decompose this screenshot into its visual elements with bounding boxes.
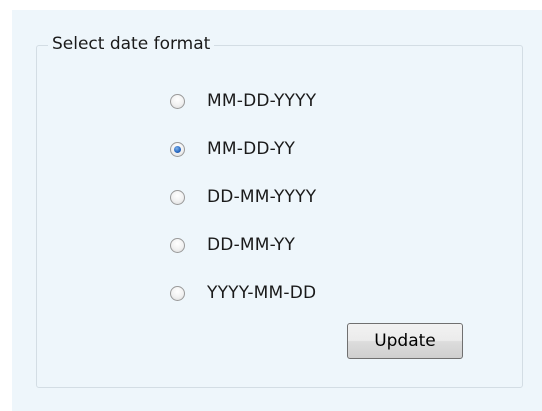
group-legend: Select date format (48, 32, 215, 56)
radio-label: YYYY-MM-DD (207, 283, 317, 303)
radio-option-yyyy-mm-dd[interactable]: YYYY-MM-DD (170, 269, 316, 317)
update-button[interactable]: Update (347, 323, 463, 359)
radio-option-mm-dd-yy[interactable]: MM-DD-YY (170, 125, 316, 173)
radio-label: MM-DD-YY (207, 139, 296, 159)
date-format-options: MM-DD-YYYY MM-DD-YY DD-MM-YYYY DD-MM-YY … (170, 77, 316, 317)
radio-button[interactable] (170, 237, 185, 253)
radio-button[interactable] (170, 93, 185, 109)
radio-label: DD-MM-YYYY (207, 187, 317, 207)
radio-button-selected[interactable] (170, 141, 185, 157)
radio-option-mm-dd-yyyy[interactable]: MM-DD-YYYY (170, 77, 316, 125)
radio-button[interactable] (170, 285, 185, 301)
radio-option-dd-mm-yy[interactable]: DD-MM-YY (170, 221, 316, 269)
radio-label: DD-MM-YY (207, 235, 296, 255)
radio-button[interactable] (170, 189, 185, 205)
radio-label: MM-DD-YYYY (207, 91, 317, 111)
radio-option-dd-mm-yyyy[interactable]: DD-MM-YYYY (170, 173, 316, 221)
